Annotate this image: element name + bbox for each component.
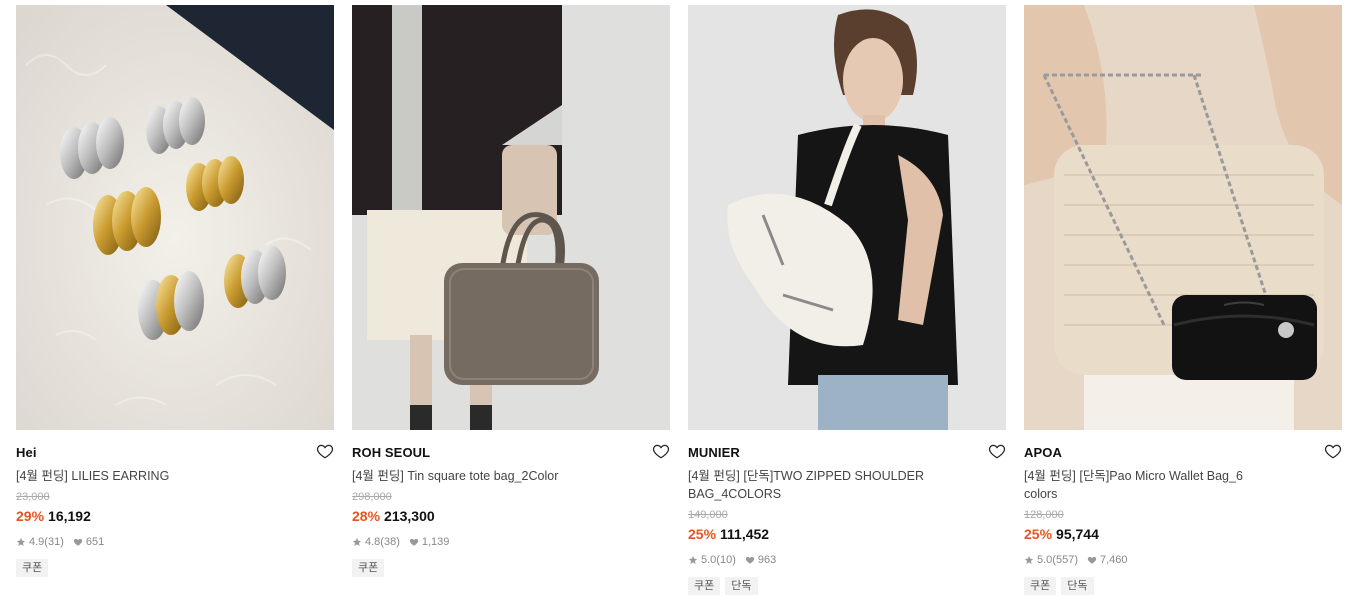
like-count: 963 xyxy=(757,554,777,566)
product-title[interactable]: [4월 펀딩] Tin square tote bag_2Color xyxy=(352,467,602,485)
like-count: 7,460 xyxy=(1099,554,1128,566)
original-price: 128,000 xyxy=(1024,509,1064,521)
sale-price: 16,192 xyxy=(48,508,91,524)
discount-rate: 25% xyxy=(1024,526,1053,542)
star-icon xyxy=(688,555,698,564)
tag-badge: 쿠폰 xyxy=(1024,577,1057,595)
tag-badge: 쿠폰 xyxy=(352,559,385,577)
star-icon xyxy=(352,537,362,546)
product-card[interactable]: Hei [4월 펀딩] LILIES EARRING 23,000 29% 16,… xyxy=(16,5,334,577)
heart-icon[interactable] xyxy=(1324,442,1342,460)
brand-name[interactable]: ROH SEOUL xyxy=(352,445,430,460)
heart-filled-icon xyxy=(1087,556,1097,564)
product-title[interactable]: [4월 펀딩] [단독]Pao Micro Wallet Bag_6 color… xyxy=(1024,467,1274,503)
brand-name[interactable]: Hei xyxy=(16,445,37,460)
discount-rate: 28% xyxy=(352,508,381,524)
product-grid: Hei [4월 펀딩] LILIES EARRING 23,000 29% 16,… xyxy=(0,0,1348,598)
rating: 4.8 xyxy=(365,536,381,548)
heart-icon[interactable] xyxy=(316,442,334,460)
rating: 5.0 xyxy=(701,554,717,566)
like-count: 1,139 xyxy=(421,536,450,548)
original-price: 23,000 xyxy=(16,491,50,503)
heart-icon[interactable] xyxy=(988,442,1006,460)
product-image[interactable] xyxy=(352,5,670,430)
heart-icon[interactable] xyxy=(652,442,670,460)
sale-price: 95,744 xyxy=(1056,526,1099,542)
discount-rate: 29% xyxy=(16,508,45,524)
product-image[interactable] xyxy=(16,5,334,430)
heart-filled-icon xyxy=(409,538,419,546)
product-image[interactable] xyxy=(1024,5,1342,430)
original-price: 149,000 xyxy=(688,509,728,521)
product-card[interactable]: APOA [4월 펀딩] [단독]Pao Micro Wallet Bag_6 … xyxy=(1024,5,1342,595)
product-image[interactable] xyxy=(688,5,1006,430)
review-count: (10) xyxy=(716,554,736,566)
review-count: (31) xyxy=(44,536,64,548)
sale-price: 213,300 xyxy=(384,508,435,524)
brand-name[interactable]: MUNIER xyxy=(688,445,740,460)
like-count: 651 xyxy=(85,536,105,548)
review-count: (557) xyxy=(1052,554,1078,566)
product-card[interactable]: MUNIER [4월 펀딩] [단독]TWO ZIPPED SHOULDER B… xyxy=(688,5,1006,595)
product-title[interactable]: [4월 펀딩] LILIES EARRING xyxy=(16,467,266,485)
brand-name[interactable]: APOA xyxy=(1024,445,1062,460)
tag-badge: 쿠폰 xyxy=(688,577,721,595)
review-count: (38) xyxy=(380,536,400,548)
tag-badge: 단독 xyxy=(1061,577,1094,595)
product-card[interactable]: ROH SEOUL [4월 펀딩] Tin square tote bag_2C… xyxy=(352,5,670,577)
heart-filled-icon xyxy=(745,556,755,564)
sale-price: 111,452 xyxy=(720,526,770,542)
discount-rate: 25% xyxy=(688,526,717,542)
heart-filled-icon xyxy=(73,538,83,546)
tag-badge: 쿠폰 xyxy=(16,559,49,577)
rating: 5.0 xyxy=(1037,554,1053,566)
original-price: 298,000 xyxy=(352,491,392,503)
tag-badge: 단독 xyxy=(725,577,758,595)
star-icon xyxy=(16,537,26,546)
product-title[interactable]: [4월 펀딩] [단독]TWO ZIPPED SHOULDER BAG_4COL… xyxy=(688,467,938,503)
rating: 4.9 xyxy=(29,536,45,548)
star-icon xyxy=(1024,555,1034,564)
